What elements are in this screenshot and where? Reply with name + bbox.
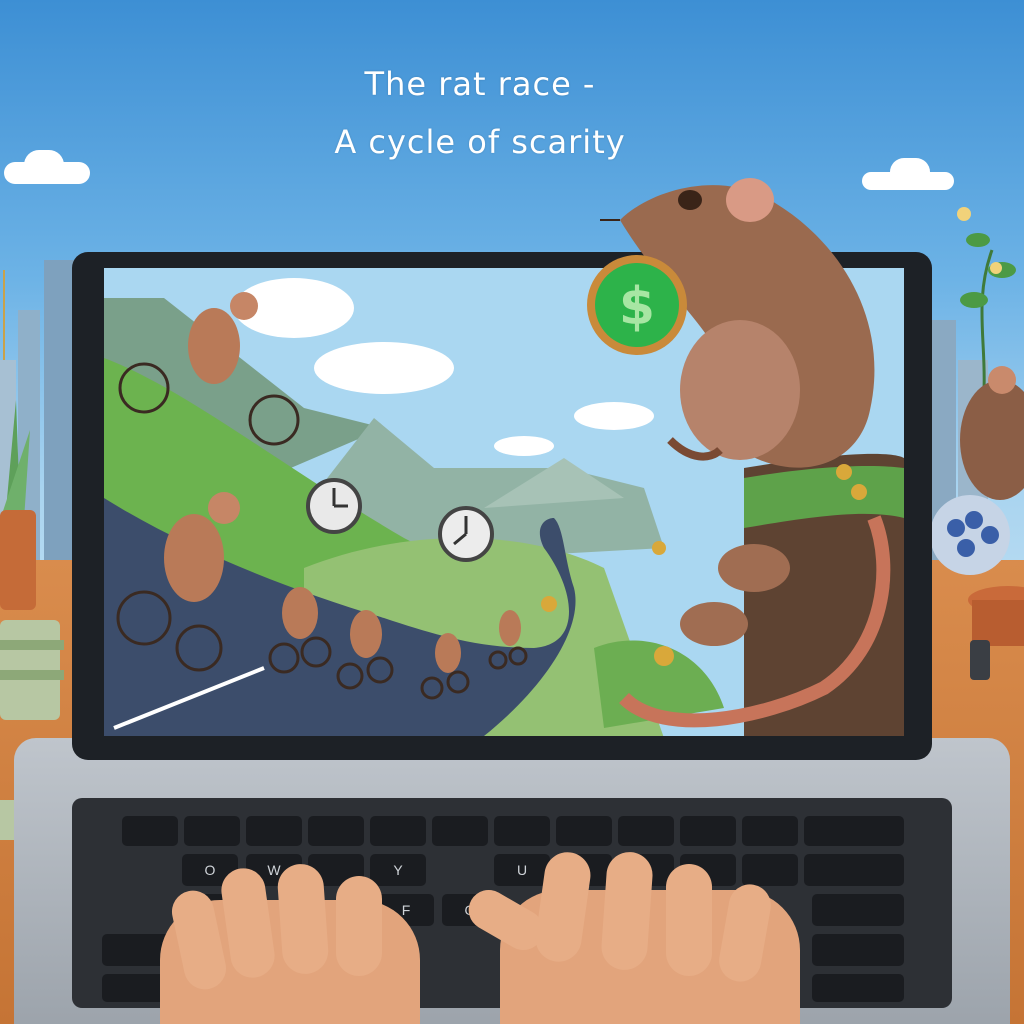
keyboard-key[interactable] bbox=[432, 816, 488, 846]
dollar-sign: $ bbox=[619, 277, 655, 337]
keyboard-key[interactable] bbox=[122, 816, 178, 846]
headline-line-1: The rat race - bbox=[364, 65, 596, 103]
keyboard-key[interactable] bbox=[308, 816, 364, 846]
keyboard-key[interactable] bbox=[812, 934, 904, 966]
keyboard-key[interactable] bbox=[804, 816, 904, 846]
clock-icon bbox=[306, 478, 362, 534]
keyboard-key[interactable] bbox=[812, 894, 904, 926]
terracotta-pot bbox=[968, 586, 1024, 680]
dollar-coin: $ bbox=[587, 255, 687, 355]
illustration: The rat race - A cycle of scarity O W Y … bbox=[0, 0, 1024, 1024]
keyboard-key[interactable] bbox=[184, 816, 240, 846]
headline-line-2: A cycle of scarity bbox=[334, 123, 626, 161]
keyboard-key[interactable] bbox=[804, 854, 904, 886]
keyboard-key[interactable] bbox=[494, 816, 550, 846]
clock-icon bbox=[438, 506, 494, 562]
keyboard-key[interactable] bbox=[370, 816, 426, 846]
headline: The rat race - A cycle of scarity bbox=[330, 62, 630, 164]
keyboard-key[interactable] bbox=[680, 816, 736, 846]
keyboard-key[interactable] bbox=[812, 974, 904, 1002]
keyboard-key-y[interactable]: Y bbox=[370, 854, 426, 886]
keyboard-key[interactable] bbox=[556, 816, 612, 846]
keyboard-key[interactable] bbox=[742, 854, 798, 886]
keyboard-key[interactable] bbox=[618, 816, 674, 846]
keyboard-key[interactable] bbox=[246, 816, 302, 846]
rat-right-background bbox=[930, 366, 1024, 575]
keyboard-key-u[interactable]: U bbox=[494, 854, 550, 886]
potted-succulent bbox=[0, 400, 36, 610]
keyboard-key[interactable] bbox=[742, 816, 798, 846]
